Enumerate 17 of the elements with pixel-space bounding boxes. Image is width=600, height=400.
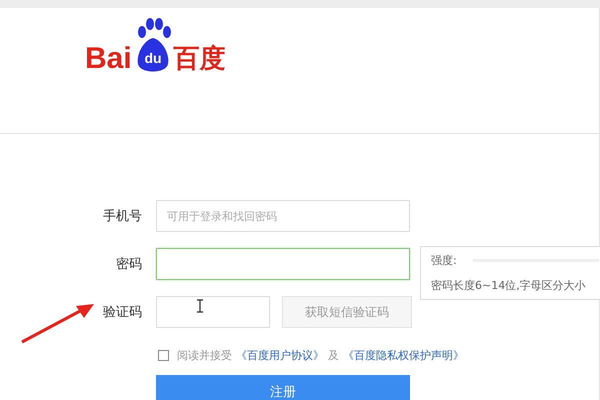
field-label: 密码 — [115, 256, 142, 273]
agreement-link[interactable]: 《百度用户协议》 — [236, 348, 324, 363]
privacy-link[interactable]: 《百度隐私权保护声明》 — [343, 348, 464, 363]
agreement-text: 阅读并接受 — [177, 348, 232, 363]
register-button[interactable]: 注册 — [156, 375, 410, 400]
baidu-logo: Bai du 百度 — [85, 18, 226, 74]
field-label: 验证码 — [102, 304, 142, 321]
text-cursor-icon — [197, 299, 203, 313]
get-code-button[interactable]: 获取短信验证码 — [282, 296, 412, 328]
input-field[interactable]: 可用于登录和找回密码 — [156, 200, 410, 232]
strength-label: 强度: — [431, 253, 457, 268]
checkbox[interactable] — [158, 350, 169, 361]
field-label: 手机号 — [102, 208, 142, 225]
password-hint: 密码长度6~14位,字母区分大小 — [431, 278, 587, 293]
input-field[interactable] — [156, 248, 410, 280]
input-field[interactable] — [156, 296, 270, 328]
agreement-text: 及 — [328, 348, 339, 363]
